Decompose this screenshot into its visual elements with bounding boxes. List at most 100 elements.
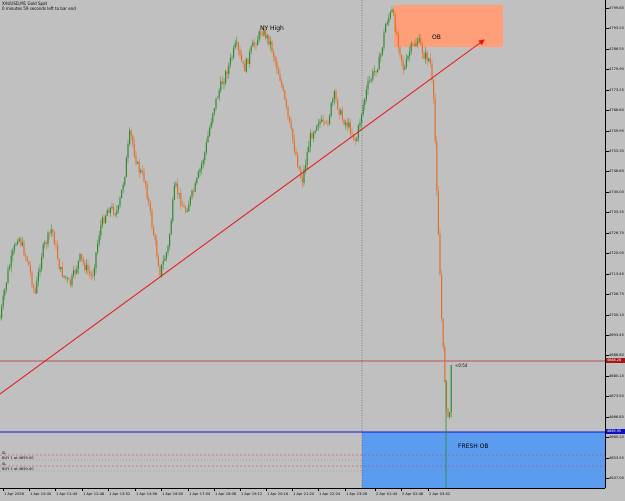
price-axis[interactable]: 4799.85 4793.20 4786.55 4779.90 4773.25 4766.…	[605, 0, 625, 488]
candle-body	[209, 127, 211, 136]
candle-body	[393, 9, 395, 15]
candle-body	[348, 122, 350, 128]
candle-body	[237, 42, 239, 50]
candle-body	[167, 246, 169, 253]
candle-body	[87, 264, 89, 272]
price-axis-label: 4799.85	[609, 6, 624, 10]
candle-body	[55, 244, 57, 246]
time-axis-tick	[345, 489, 346, 491]
candle-body	[117, 205, 119, 211]
candle-body	[58, 259, 60, 270]
candle-body	[143, 172, 145, 182]
candle-body	[146, 184, 148, 199]
candle-body	[127, 144, 129, 159]
price-axis-label: 4693.45	[609, 332, 624, 337]
candle-body	[397, 34, 399, 48]
candle-body	[377, 69, 379, 73]
candle-body	[341, 110, 343, 120]
candle-body	[164, 258, 166, 261]
candle-body	[21, 242, 23, 246]
candle-body	[417, 41, 419, 44]
time-axis-label: 1 Apr 22:24	[319, 492, 341, 496]
candle-body	[436, 141, 438, 191]
candle-body	[364, 98, 366, 106]
candle-body	[229, 57, 231, 65]
candle-body	[194, 183, 196, 192]
candle-body	[266, 35, 268, 39]
candle-body	[98, 235, 100, 244]
chart-canvas[interactable]	[0, 0, 605, 488]
candle-body	[196, 177, 198, 184]
bar-countdown-label: <0:54	[455, 363, 468, 368]
candle-body	[193, 190, 195, 192]
candle-body	[421, 44, 423, 54]
candle-body	[141, 170, 143, 173]
candle-body	[447, 408, 449, 418]
candle-body	[444, 346, 446, 382]
ob-zone[interactable]	[394, 5, 503, 47]
candle-body	[165, 252, 167, 259]
price-axis-label: 4786.55	[609, 46, 624, 51]
sl-label-1[interactable]: SL	[2, 451, 6, 455]
time-axis-label: 1 Apr 23:28	[346, 492, 368, 496]
candle-body	[121, 189, 123, 199]
candle-body	[92, 275, 94, 277]
candle-body	[281, 80, 283, 86]
candle-body	[233, 47, 235, 58]
candle-body	[305, 164, 307, 170]
time-axis[interactable]: 1 Apr 2026 1 Apr 10:40 1 Apr 11:44 1 Apr 12…	[0, 488, 605, 501]
price-axis-label: 4706.75	[609, 292, 624, 297]
trendline-arrow[interactable]	[0, 39, 485, 395]
candle-body	[18, 238, 20, 242]
candle-body	[389, 12, 391, 18]
candle-body	[50, 229, 52, 234]
candle-body	[82, 258, 84, 263]
time-axis-tick	[240, 489, 241, 491]
sl-label-2[interactable]: SL	[2, 462, 6, 466]
candle-body	[205, 142, 207, 153]
time-axis-label: 1 Apr 17:04	[189, 492, 211, 496]
candle-body	[7, 269, 9, 283]
candle-body	[437, 190, 439, 235]
time-axis-tick	[29, 489, 30, 491]
price-axis-label: 4680.15	[609, 373, 624, 378]
candle-body	[373, 70, 375, 72]
price-chart-plot[interactable]: XAUUSD,M1 Gold Spot 0 minutes 59 seconds…	[0, 0, 605, 488]
candle-body	[12, 250, 14, 256]
candle-body	[178, 193, 180, 194]
candle-body	[244, 63, 246, 72]
candle-body	[449, 411, 451, 418]
buy-label-2[interactable]: BUY 1 at 4650.40	[2, 467, 33, 471]
candle-body	[210, 122, 212, 128]
chart-window[interactable]: XAUUSD,M1 Gold Spot 0 minutes 59 seconds…	[0, 0, 625, 501]
candle-body	[10, 255, 12, 267]
candle-body	[394, 14, 396, 32]
candle-body	[188, 204, 190, 212]
candle-body	[220, 81, 222, 91]
candle-body	[125, 158, 127, 178]
support-price-tag: 4665.95	[606, 429, 625, 434]
bar-timer-text: 0 minutes 59 seconds left to bar end	[2, 6, 76, 11]
current-price-tag: 4688.28	[606, 358, 625, 363]
candle-body	[133, 144, 135, 156]
candle-body	[61, 267, 63, 277]
candle-body	[356, 138, 358, 141]
candle-body	[289, 116, 291, 123]
candle-body	[186, 211, 188, 213]
candle-body	[241, 54, 243, 62]
buy-label-1[interactable]: BUY 1 at 4659.00	[2, 456, 33, 460]
candle-body	[73, 270, 75, 276]
time-axis-label: 1 Apr 11:44	[56, 492, 78, 496]
candle-body	[63, 275, 65, 277]
candle-body	[5, 282, 7, 290]
candle-body	[439, 234, 441, 276]
candle-body	[105, 215, 107, 223]
candle-body	[113, 206, 115, 215]
candle-body	[269, 41, 271, 45]
candle-body	[89, 271, 91, 274]
candle-body	[290, 122, 292, 129]
time-axis-label: 1 Apr 16:00	[162, 492, 184, 496]
candle-body	[442, 318, 444, 347]
time-axis-label: 1 Apr 18:08	[215, 492, 237, 496]
candle-body	[69, 279, 71, 286]
